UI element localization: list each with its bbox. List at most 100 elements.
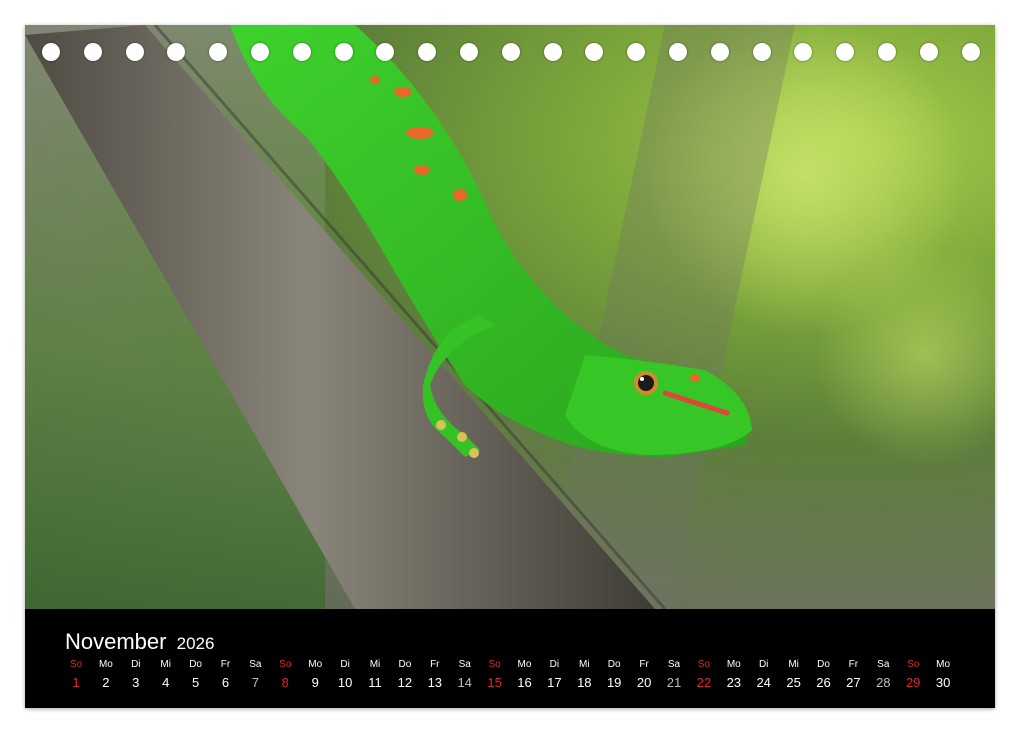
weekday-label: Do (817, 659, 830, 670)
weekday-label: Fr (848, 659, 859, 670)
day-number: 30 (935, 675, 951, 690)
day-cell: Di 10 (330, 658, 360, 694)
day-number: 8 (281, 675, 289, 690)
day-number: 27 (846, 675, 861, 690)
weekday-label: Di (131, 659, 141, 670)
day-cell: Fr 27 (838, 658, 868, 694)
binding-hole (209, 43, 228, 61)
binding-hole (836, 43, 855, 61)
month-name: November (65, 629, 167, 654)
day-number: 29 (905, 675, 921, 690)
binding-hole (543, 43, 562, 61)
binding-hole (627, 43, 646, 61)
day-number: 15 (487, 675, 502, 690)
day-cell: So 15 (480, 658, 510, 694)
binding-hole (710, 43, 729, 61)
day-number: 28 (876, 675, 891, 690)
binding-hole (794, 43, 813, 61)
day-number: 2 (102, 675, 110, 690)
day-cell: Sa 14 (450, 658, 480, 694)
day-number: 9 (311, 675, 319, 690)
binding-hole (418, 43, 437, 61)
binding-hole (878, 43, 896, 61)
binding-hole (292, 43, 311, 61)
weekday-label: Sa (249, 659, 262, 670)
binding-hole (334, 43, 353, 61)
binding-hole (83, 43, 102, 61)
weekday-label: So (279, 659, 292, 670)
binding-hole (919, 43, 938, 61)
month-year: 2026 (176, 634, 215, 653)
day-number: 12 (397, 675, 413, 690)
weekday-label: So (697, 659, 710, 670)
day-cell: Fr 13 (420, 658, 450, 694)
weekday-label: Mi (788, 659, 799, 670)
day-number: 17 (547, 675, 562, 690)
day-cell: Mo 9 (300, 658, 330, 694)
binding-hole (752, 43, 771, 61)
weekday-label: Do (189, 659, 202, 670)
binding-hole (669, 43, 687, 61)
gecko-photo (25, 25, 995, 609)
binding-hole (585, 43, 604, 61)
weekday-label: Di (340, 659, 350, 670)
day-number: 25 (786, 675, 801, 690)
weekday-label: So (488, 659, 501, 670)
weekday-label: Do (398, 659, 412, 670)
weekday-label: Mo (98, 659, 113, 670)
day-number: 5 (191, 675, 200, 690)
day-row: So 1 Mo 2 Di 3 Mi 4 Do 5 Fr 6 Sa 7 So 8 Mo 9 Di 10 Mi 11 Do 12 F… (25, 658, 995, 698)
weekday-label: Mi (579, 659, 590, 670)
day-number: 21 (666, 675, 682, 690)
day-cell: Mi 4 (151, 658, 181, 694)
binding-hole (125, 43, 144, 61)
day-number: 14 (457, 675, 472, 690)
weekday-label: Mo (726, 659, 741, 670)
weekday-label: So (69, 659, 83, 670)
weekday-label: Sa (667, 659, 681, 670)
day-cell: So 1 (61, 658, 91, 694)
binding-hole (961, 43, 980, 61)
day-number: 20 (636, 675, 652, 690)
weekday-label: Mi (160, 659, 171, 670)
day-cell: Di 24 (749, 658, 779, 694)
day-number: 26 (816, 675, 831, 690)
day-number: 7 (251, 675, 259, 690)
day-number: 18 (577, 675, 592, 690)
day-cell: Fr 6 (211, 658, 241, 694)
weekday-label: Mi (369, 659, 381, 670)
day-number: 16 (517, 675, 532, 690)
day-cell: So 29 (898, 658, 928, 694)
weekday-label: Sa (877, 659, 890, 670)
day-number: 6 (221, 675, 230, 690)
weekday-label: Di (549, 659, 560, 670)
day-number: 22 (696, 675, 712, 690)
gecko-illustration (25, 25, 995, 609)
binding-hole (460, 43, 478, 61)
day-cell: Mi 18 (569, 658, 599, 694)
binding-hole (376, 43, 395, 61)
day-cell: Do 12 (390, 658, 420, 694)
day-number: 1 (72, 675, 80, 690)
day-cell: Sa 21 (659, 658, 689, 694)
binding-holes (25, 43, 995, 65)
day-number: 19 (606, 675, 622, 690)
day-cell: Fr 20 (629, 658, 659, 694)
weekday-label: Do (607, 659, 621, 670)
weekday-label: Sa (458, 659, 471, 670)
day-cell: Mo 16 (510, 658, 540, 694)
binding-hole (42, 43, 60, 61)
day-cell: Sa 7 (240, 658, 270, 694)
binding-hole (501, 43, 520, 61)
weekday-label: Fr (639, 659, 649, 670)
day-number: 24 (756, 675, 771, 690)
weekday-label: Fr (220, 659, 231, 670)
weekday-label: Fr (430, 659, 440, 670)
day-number: 23 (726, 675, 742, 690)
weekday-label: Di (758, 659, 769, 670)
weekday-label: So (907, 659, 920, 670)
binding-hole (167, 43, 186, 61)
calendar-strip: November 2026 So 1 Mo 2 Di 3 Mi 4 Do 5 Fr 6 Sa 7 So 8 Mo… (25, 609, 995, 708)
day-number: 3 (132, 675, 140, 690)
day-cell: Mo 23 (719, 658, 749, 694)
